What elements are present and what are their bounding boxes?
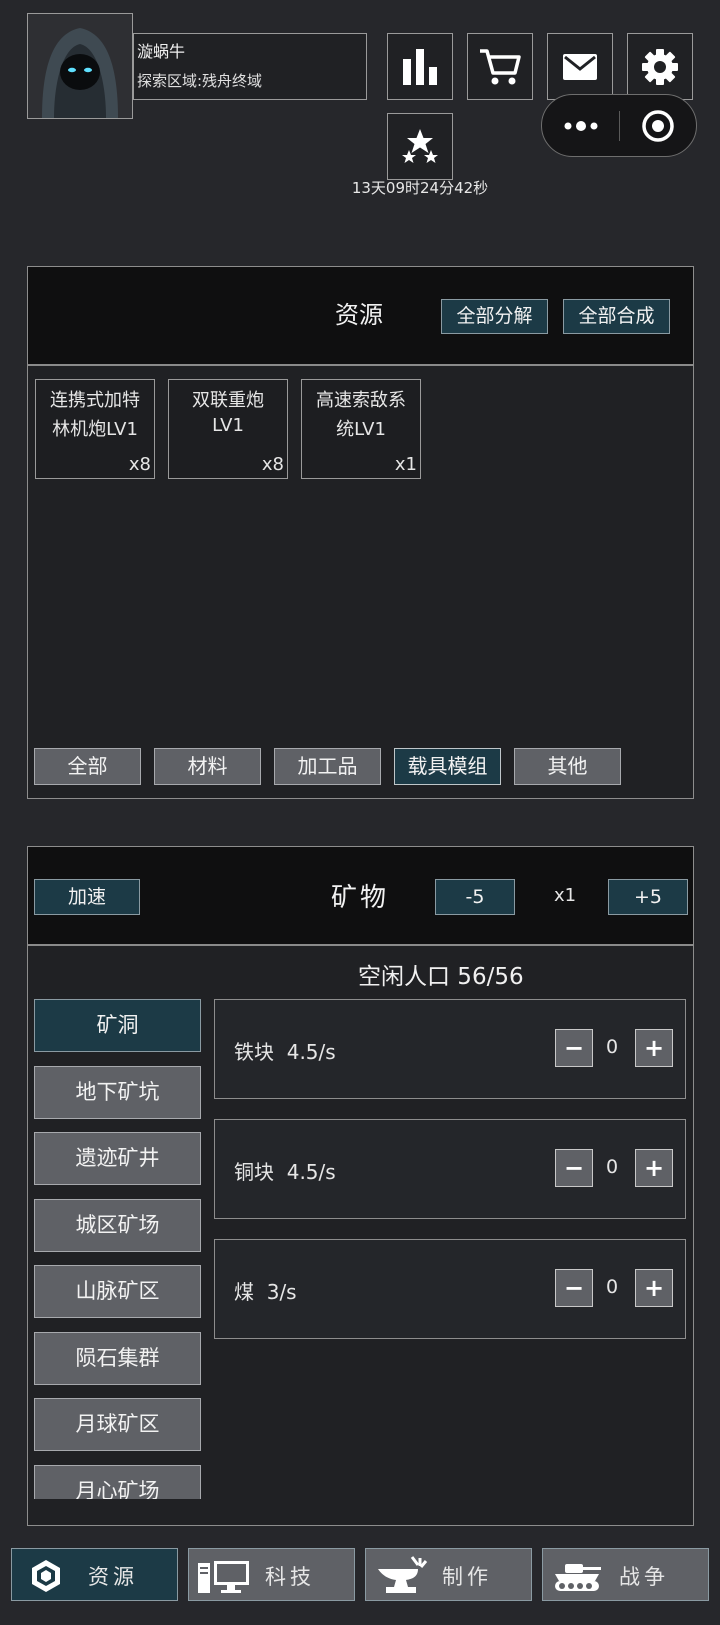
minerals-header: 加速 矿物 -5 x1 +5 [28,847,693,946]
gear-icon [642,48,678,85]
resources-panel: 资源 全部分解 全部合成 连携式加特 林机炮LV1 x8 双联重炮 LV1 x8… [27,266,694,799]
item-name-line: 统LV1 [336,419,386,440]
increase-worker-button[interactable]: + [635,1149,673,1187]
avatar[interactable] [27,13,133,119]
filter-vehicle-modules-tab[interactable]: 载具模组 [394,748,501,785]
location-item[interactable]: 地下矿坑 [34,1066,201,1119]
location-item[interactable]: 月球矿区 [34,1398,201,1451]
location-item[interactable]: 月心矿场 [34,1465,201,1499]
item-count: x1 [394,454,417,475]
decrease-worker-button[interactable]: − [555,1149,593,1187]
nav-label: 战争 [619,1565,669,1589]
resource-item[interactable]: 双联重炮 LV1 x8 [168,379,288,479]
resource-item[interactable]: 高速索敌系 统LV1 x1 [301,379,421,479]
item-count: x8 [128,454,151,475]
resources-header: 资源 全部分解 全部合成 [28,267,693,366]
location-list[interactable]: 矿洞 地下矿坑 遗迹矿井 城区矿场 山脉矿区 陨石集群 月球矿区 月心矿场 [34,999,202,1499]
item-name-line: 连携式加特 [50,390,140,411]
nav-label: 制作 [442,1565,492,1589]
filter-other-tab[interactable]: 其他 [514,748,621,785]
worker-count: 0 [605,1036,619,1058]
player-info-box: 漩蜗牛 探索区域:残舟终域 [133,33,367,100]
location-item[interactable]: 陨石集群 [34,1332,201,1385]
computer-icon [198,1561,249,1593]
increase-worker-button[interactable]: + [635,1029,673,1067]
decrease-worker-button[interactable]: − [555,1029,593,1067]
target-icon [642,109,674,142]
mineral-row-copper: 铜块 4.5/s − 0 + [214,1119,686,1219]
anvil-icon [378,1556,428,1593]
worker-count: 0 [605,1156,619,1178]
location-item[interactable]: 遗迹矿井 [34,1132,201,1185]
explore-area: 探索区域:残舟终域 [137,72,263,90]
item-name-line: LV1 [212,415,244,436]
item-name-line: 林机炮LV1 [52,419,138,440]
hooded-avatar-icon [28,14,132,118]
minerals-title: 矿物 [331,883,390,913]
decrease-worker-button[interactable]: − [555,1269,593,1307]
tank-icon [555,1564,601,1591]
mineral-row-iron: 铁块 4.5/s − 0 + [214,999,686,1099]
mail-icon [563,53,597,80]
stats-button[interactable] [387,33,453,100]
craft-all-button[interactable]: 全部合成 [563,299,670,334]
nav-label: 资源 [88,1565,138,1589]
minerals-panel: 加速 矿物 -5 x1 +5 空闲人口 56/56 矿洞 地下矿坑 遗迹矿井 城… [27,846,694,1526]
more-dots-icon [564,120,598,131]
shop-button[interactable] [467,33,533,100]
item-name-line: 高速索敌系 [316,390,406,411]
increase-worker-button[interactable]: + [635,1269,673,1307]
mini-program-capsule [541,94,697,157]
idle-population: 空闲人口 56/56 [358,964,524,990]
speed-up-button[interactable]: 加速 [34,879,140,915]
location-item-active[interactable]: 矿洞 [34,999,201,1052]
nav-resources-tab[interactable]: 资源 [11,1548,178,1601]
location-item[interactable]: 山脉矿区 [34,1265,201,1318]
cart-icon [480,48,521,84]
nav-war-tab[interactable]: 战争 [542,1548,709,1601]
filter-processed-tab[interactable]: 加工品 [274,748,381,785]
decompose-all-button[interactable]: 全部分解 [441,299,548,334]
resource-item[interactable]: 连携式加特 林机炮LV1 x8 [35,379,155,479]
mineral-row-coal: 煤 3/s − 0 + [214,1239,686,1339]
stars-icon [402,128,438,163]
resource-gem-icon [32,1560,60,1592]
mail-button[interactable] [547,33,613,100]
filter-materials-tab[interactable]: 材料 [154,748,261,785]
bar-chart-icon [403,48,437,85]
mineral-rate-label: 煤 3/s [234,1280,297,1304]
player-name: 漩蜗牛 [137,42,186,61]
location-item[interactable]: 城区矿场 [34,1199,201,1252]
nav-label: 科技 [265,1565,315,1589]
resources-title: 资源 [335,301,383,329]
close-button[interactable] [620,95,696,156]
nav-craft-tab[interactable]: 制作 [365,1548,532,1601]
nav-tech-tab[interactable]: 科技 [188,1548,355,1601]
minus-five-button[interactable]: -5 [435,879,515,915]
multiplier-value: x1 [553,885,577,906]
mineral-rate-label: 铜块 4.5/s [234,1160,336,1184]
achievements-button[interactable] [387,113,453,180]
item-name-line: 双联重炮 [192,390,264,411]
countdown-timer: 13天09时24分42秒 [351,179,489,197]
item-count: x8 [261,454,284,475]
worker-count: 0 [605,1276,619,1298]
settings-button[interactable] [627,33,693,100]
more-button[interactable] [542,95,620,156]
mineral-rate-label: 铁块 4.5/s [234,1040,336,1064]
filter-all-tab[interactable]: 全部 [34,748,141,785]
plus-five-button[interactable]: +5 [608,879,688,915]
